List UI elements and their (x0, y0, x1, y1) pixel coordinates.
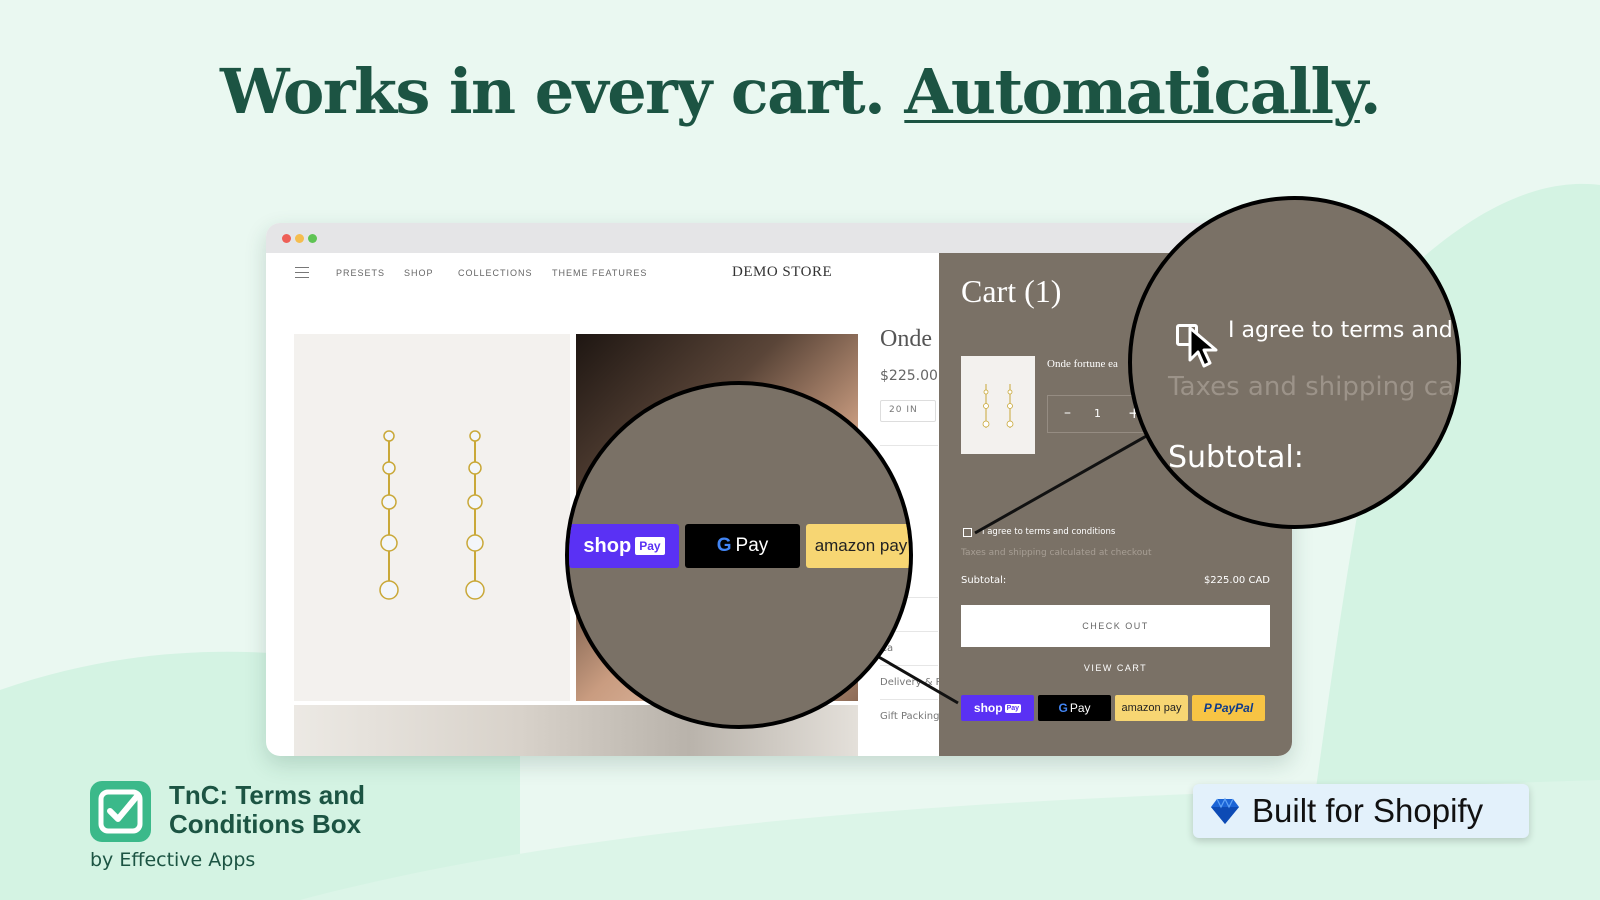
zoom-tax-note: Taxes and shipping ca (1168, 372, 1455, 402)
magnifier-terms: I agree to terms and Taxes and shipping … (1128, 196, 1461, 529)
divider (880, 445, 938, 446)
browser-chrome (266, 223, 1292, 253)
product-title: Onde (880, 326, 932, 352)
terms-label[interactable]: I agree to terms and conditions (982, 527, 1115, 537)
zoom-google-g-icon: G (716, 535, 732, 556)
headline: Works in every cart. Automatically. (0, 55, 1600, 128)
subtotal-value: $225.00 CAD (1203, 575, 1270, 586)
zoom-terms-label[interactable]: I agree to terms and (1228, 318, 1453, 343)
amazon-pay-text: amazon pay (1121, 702, 1182, 714)
nav-link-collections[interactable]: COLLECTIONS (458, 268, 533, 278)
nav-link-theme-features[interactable]: THEME FEATURES (552, 268, 647, 278)
paypal-text: PayPal (1213, 701, 1254, 715)
stock-text: 20 IN (889, 405, 918, 415)
maximize-window-dot[interactable] (308, 234, 317, 243)
app-publisher: by Effective Apps (90, 849, 256, 871)
subtotal-label: Subtotal: (961, 575, 1007, 586)
zoom-shop-pay-text: shop (583, 534, 632, 557)
hamburger-icon[interactable] (295, 267, 309, 278)
divider (880, 699, 938, 700)
quantity-stepper: – 1 + (1047, 395, 1145, 433)
zoom-google-pay-text: Pay (735, 535, 769, 556)
quantity-value[interactable]: 1 (1094, 407, 1101, 420)
zoom-subtotal-label: Subtotal: (1168, 440, 1304, 475)
checkmark-logo-icon (98, 789, 143, 834)
paypal-p-icon: P (1203, 701, 1212, 715)
zoom-shop-pay-badge: Pay (635, 537, 665, 555)
zoom-shop-pay-button[interactable]: shop Pay (569, 524, 679, 568)
paypal-button[interactable]: P PayPal (1192, 695, 1265, 721)
google-g-icon: G (1058, 701, 1068, 715)
divider (880, 665, 938, 666)
shop-pay-text: shop (973, 701, 1003, 715)
built-for-shopify-text: Built for Shopify (1252, 792, 1484, 829)
google-pay-button[interactable]: G Pay (1038, 695, 1111, 721)
app-name: TnC: Terms and Conditions Box (169, 780, 365, 839)
zoom-amazon-pay-text: amazon pay (814, 536, 908, 555)
headline-highlight: Automatically (904, 55, 1361, 128)
view-cart-link[interactable]: VIEW CART (939, 663, 1292, 673)
store-logo[interactable]: DEMO STORE (732, 264, 832, 281)
cart-title: Cart (1) (961, 273, 1062, 309)
amazon-pay-button[interactable]: amazon pay (1115, 695, 1188, 721)
nav-link-shop[interactable]: SHOP (404, 268, 434, 278)
tax-note: Taxes and shipping calculated at checkou… (961, 548, 1152, 558)
app-logo (90, 781, 151, 842)
shop-pay-badge: Pay (1004, 703, 1022, 713)
product-image-earrings[interactable] (294, 334, 570, 701)
earring-illustration (379, 430, 485, 600)
zoom-amazon-pay-button[interactable]: amazon pay (806, 524, 909, 568)
close-window-dot[interactable] (282, 234, 291, 243)
headline-main: Works in every cart. (219, 55, 886, 128)
stock-badge: 20 IN (880, 400, 936, 422)
magnifier-payments: shop Pay G Pay amazon pay (565, 381, 913, 729)
nav-link-presets[interactable]: PRESETS (336, 268, 385, 278)
quantity-minus-button[interactable]: – (1064, 405, 1071, 421)
built-for-shopify-badge: Built for Shopify (1193, 784, 1529, 838)
earring-thumb-illustration (982, 384, 1014, 428)
cart-item-name[interactable]: Onde fortune ea (1047, 358, 1118, 370)
terms-checkbox[interactable] (963, 528, 972, 537)
headline-end: . (1359, 55, 1382, 128)
minimize-window-dot[interactable] (295, 234, 304, 243)
google-pay-text: Pay (1069, 701, 1091, 715)
checkout-button[interactable]: CHECK OUT (961, 605, 1270, 647)
accordion-gift-packing[interactable]: Gift Packing (880, 711, 939, 722)
store-nav: PRESETS SHOP COLLECTIONS THEME FEATURES … (266, 253, 938, 293)
gem-icon (1211, 797, 1239, 824)
cursor-icon (1188, 326, 1218, 368)
product-price: $225.00 (880, 368, 938, 384)
shop-pay-button[interactable]: shop Pay (961, 695, 1034, 721)
zoom-google-pay-button[interactable]: G Pay (685, 524, 800, 568)
cart-item-thumbnail[interactable] (961, 356, 1035, 454)
